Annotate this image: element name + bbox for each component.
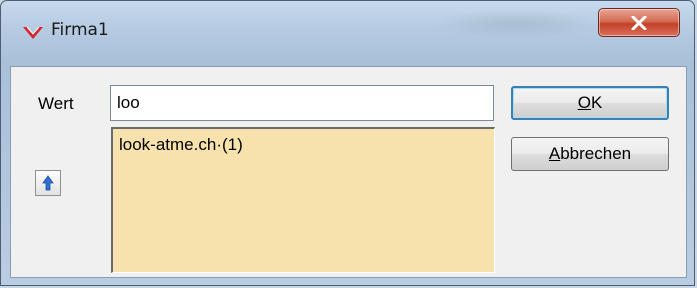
move-up-button[interactable]	[35, 170, 61, 196]
ok-button-mnemonic: O	[577, 93, 591, 112]
ok-button-label: K	[590, 93, 603, 112]
suggestion-list[interactable]: look-atme.ch·(1)	[111, 127, 495, 273]
dialog-window: Firma1 Wert look-atme.ch·(1) OK Abbreche…	[0, 0, 695, 286]
title-bar-glass	[431, 9, 601, 39]
wert-label: Wert	[38, 94, 74, 113]
ok-button[interactable]: OK	[511, 86, 669, 120]
cancel-button-mnemonic: A	[548, 144, 561, 163]
title-bar[interactable]: Firma1	[1, 1, 694, 49]
close-button[interactable]	[598, 8, 680, 37]
close-icon	[631, 15, 647, 30]
cancel-button-label: bbrechen	[560, 144, 632, 163]
arrow-up-icon	[42, 175, 54, 191]
cancel-button[interactable]: Abbrechen	[511, 137, 669, 171]
list-item[interactable]: look-atme.ch·(1)	[119, 135, 243, 155]
window-title: Firma1	[51, 20, 109, 40]
wert-input[interactable]	[110, 85, 494, 121]
app-logo-icon	[23, 26, 43, 39]
dialog-client-area: Wert look-atme.ch·(1) OK Abbrechen	[10, 66, 687, 278]
